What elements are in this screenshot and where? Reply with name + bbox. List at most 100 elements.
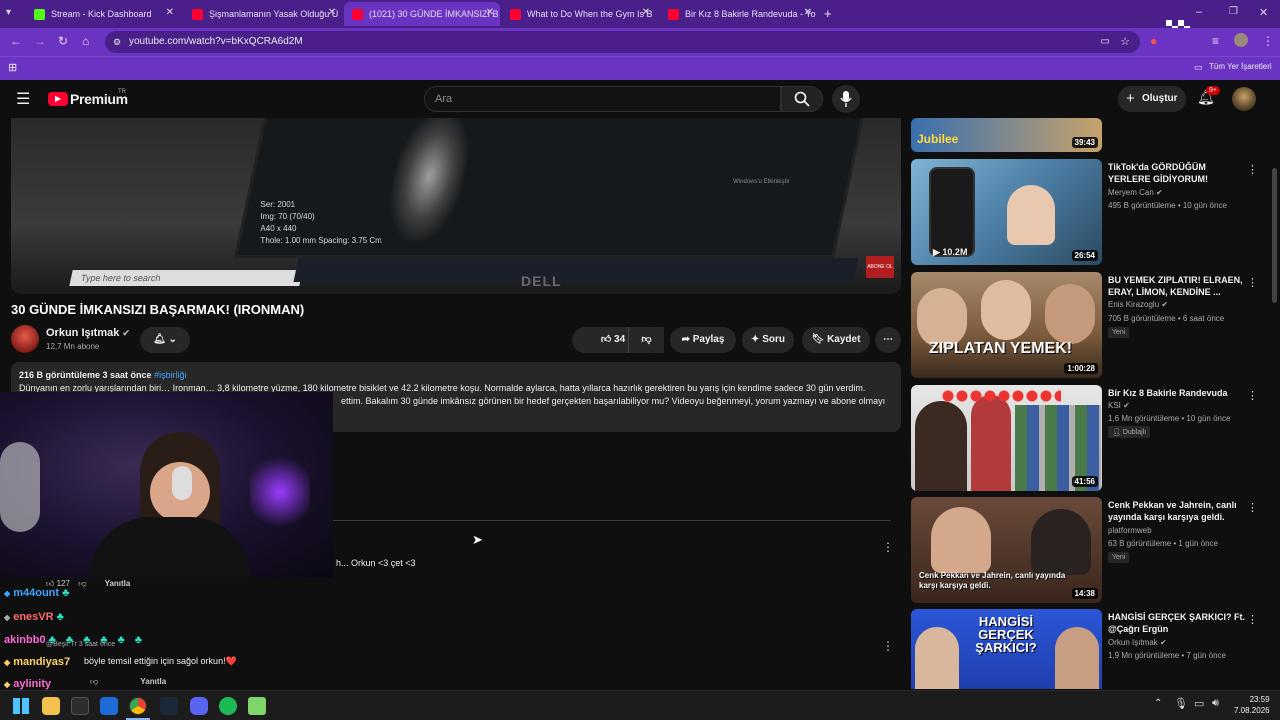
search-button[interactable]: [781, 86, 823, 112]
more-options-icon[interactable]: ⋮: [1247, 276, 1258, 289]
store-icon[interactable]: [71, 697, 89, 715]
channel-name[interactable]: Enis Kirazoglu ✔: [1108, 300, 1168, 309]
more-options-icon[interactable]: ⋮: [1247, 613, 1258, 626]
thumbs-down-icon[interactable]: 👎︎: [90, 677, 98, 686]
system-tray-chevron-icon[interactable]: ⌃: [1154, 698, 1162, 709]
more-options-icon[interactable]: ⋮: [1247, 501, 1258, 514]
video-thumbnail[interactable]: ▶ 10.2M 26:54: [911, 159, 1102, 265]
video-thumbnail[interactable]: Jubilee 39:43: [911, 118, 1102, 152]
video-thumbnail[interactable]: HANGİSİ GERÇEK ŞARKICI?: [911, 609, 1102, 689]
channel-name[interactable]: Meryem Can ✔: [1108, 188, 1163, 197]
chrome-icon[interactable]: [129, 697, 147, 715]
apps-grid-icon[interactable]: ⊞: [8, 61, 17, 74]
tab-label: Bir Kız 8 Bakirle Randevuda - Yo: [685, 9, 816, 19]
verified-icon: ✔: [1156, 188, 1163, 197]
close-tab-icon[interactable]: ✕: [642, 7, 650, 18]
thumbs-down-icon[interactable]: 👎︎: [78, 579, 86, 588]
youtube-logo-icon[interactable]: ▶: [48, 92, 68, 106]
outlook-icon[interactable]: [100, 697, 118, 715]
dislike-button[interactable]: 👎︎: [628, 327, 664, 353]
tab-active-video[interactable]: (1021) 30 GÜNDE İMKANSIZI B ✕: [344, 2, 500, 26]
video-title[interactable]: BU YEMEK ZIPLATIR! ELRAEN, ERAY, LİMON, …: [1108, 274, 1248, 298]
channel-name[interactable]: platformweb: [1108, 526, 1152, 535]
video-title[interactable]: TikTok'da GÖRDÜĞÜM YERLERE GİDİYORUM!: [1108, 161, 1248, 185]
close-tab-icon[interactable]: ✕: [486, 7, 494, 18]
media-controls-icon[interactable]: ≡: [1212, 34, 1219, 48]
reply-button[interactable]: Yanıtla: [140, 677, 166, 686]
file-explorer-icon[interactable]: [42, 697, 60, 715]
streamer-webcam-overlay: [0, 392, 333, 578]
close-window-icon[interactable]: ✕: [1259, 6, 1268, 19]
video-meta: 705 B görüntüleme • 6 saat önce: [1108, 314, 1225, 323]
recommended-video[interactable]: 41:56 Bir Kız 8 Bakirle Randevuda KSI ✔ …: [911, 385, 1271, 491]
network-icon[interactable]: ▭: [1194, 697, 1204, 710]
video-player[interactable]: Ser: 2001 Img: 70 (70/40) A40 x 440 Thol…: [11, 118, 901, 294]
comment-menu-icon[interactable]: ⋮: [882, 540, 894, 554]
more-actions-button[interactable]: ⋯: [875, 327, 901, 353]
tab-yasak[interactable]: Şişmanlamanın Yasak Olduğu Ü ✕: [184, 2, 342, 26]
url-text: youtube.com/watch?v=bKxQCRA6d2M: [129, 36, 303, 47]
back-icon[interactable]: ←: [10, 34, 22, 48]
more-options-icon[interactable]: ⋮: [1247, 389, 1258, 402]
verified-icon: ✔: [1160, 638, 1167, 647]
guide-menu-icon[interactable]: ☰: [16, 89, 30, 109]
recommended-video[interactable]: HANGİSİ GERÇEK ŞARKICI? HANGİSİ GERÇEK Ş…: [911, 609, 1271, 689]
recommended-video[interactable]: ▶ 10.2M 26:54 TikTok'da GÖRDÜĞÜM YERLERE…: [911, 159, 1271, 265]
volume-icon[interactable]: 🔊︎: [1212, 697, 1219, 710]
channel-avatar[interactable]: [11, 325, 39, 353]
steam-icon[interactable]: [160, 697, 178, 715]
recommended-video[interactable]: Cenk Pekkan ve Jahrein, canlı yayında ka…: [911, 497, 1271, 603]
search-input[interactable]: Ara: [424, 86, 781, 112]
clock[interactable]: 23:59 7.08.2026: [1234, 694, 1270, 716]
purple-light: [250, 452, 310, 532]
home-icon[interactable]: ⌂: [82, 34, 89, 48]
voice-search-button[interactable]: [832, 85, 860, 113]
xray-image: [380, 118, 479, 241]
extension-icon[interactable]: ●: [1150, 34, 1157, 48]
duration-badge: 14:38: [1071, 588, 1098, 599]
video-thumbnail[interactable]: ZIPLATAN YEMEK! 1:00:28: [911, 272, 1102, 378]
more-horizontal-icon: ⋯: [883, 334, 893, 345]
video-title[interactable]: Bir Kız 8 Bakirle Randevuda: [1108, 387, 1248, 399]
close-tab-icon[interactable]: ✕: [328, 7, 336, 18]
channel-name[interactable]: Orkun Işıtmak ✔: [1108, 638, 1167, 647]
reload-icon[interactable]: ↻: [58, 34, 68, 48]
sidebar-scrollbar[interactable]: [1272, 168, 1277, 303]
profile-avatar[interactable]: [1234, 33, 1248, 47]
recommended-video[interactable]: Jubilee 39:43: [911, 47, 1271, 153]
hashtag-link[interactable]: #işbirliği: [154, 370, 187, 380]
more-options-icon[interactable]: ⋮: [1247, 163, 1258, 176]
close-tab-icon[interactable]: ✕: [166, 7, 174, 18]
forward-icon[interactable]: →: [34, 34, 46, 48]
spotify-icon[interactable]: [219, 697, 237, 715]
comment-menu-icon[interactable]: ⋮: [882, 639, 894, 653]
video-title[interactable]: HANGİSİ GERÇEK ŞARKICI? Ft. @Çağrı Ergün: [1108, 611, 1248, 635]
microphone-tray-icon[interactable]: 🎙︎: [1174, 697, 1188, 710]
video-thumbnail[interactable]: 41:56: [911, 385, 1102, 491]
browser-menu-icon[interactable]: ⋮: [1262, 34, 1274, 48]
discord-icon[interactable]: [190, 697, 208, 715]
maximize-icon[interactable]: ❐: [1229, 6, 1238, 17]
subscription-bell-button[interactable]: 🔔︎ ⌄: [140, 327, 190, 353]
save-button[interactable]: 🔖︎ Kaydet: [802, 327, 870, 353]
ask-button[interactable]: ✦ Soru: [742, 327, 794, 353]
start-windows-icon[interactable]: [13, 698, 29, 714]
reply-button[interactable]: Yanıtla: [105, 579, 131, 588]
video-thumbnail[interactable]: Cenk Pekkan ve Jahrein, canlı yayında ka…: [911, 497, 1102, 603]
tab-gym[interactable]: What to Do When the Gym Is B ✕: [502, 2, 656, 26]
tab-kick-dashboard[interactable]: Stream - Kick Dashboard ✕: [26, 2, 180, 26]
channel-name[interactable]: KSI ✔: [1108, 401, 1130, 410]
new-tab-plus-icon[interactable]: +: [824, 6, 832, 21]
channel-name[interactable]: Orkun Işıtmak ✔: [46, 327, 130, 339]
recommended-video[interactable]: ZIPLATAN YEMEK! 1:00:28 BU YEMEK ZIPLATI…: [911, 272, 1271, 378]
tab-randevu[interactable]: Bir Kız 8 Bakirle Randevuda - Yo ✕: [660, 2, 818, 26]
minimize-icon[interactable]: –: [1196, 6, 1202, 18]
chat-message: ◆ mandiyas7: [4, 656, 70, 668]
badge-icon: ◆: [4, 589, 11, 598]
game-app-icon[interactable]: [248, 697, 266, 715]
share-button[interactable]: ➦ Paylaş: [670, 327, 736, 353]
close-tab-icon[interactable]: ✕: [804, 7, 812, 18]
tab-search-icon[interactable]: ▾: [6, 7, 11, 18]
site-info-icon[interactable]: ⚙: [113, 31, 121, 53]
video-title[interactable]: Cenk Pekkan ve Jahrein, canlı yayında ka…: [1108, 499, 1248, 523]
